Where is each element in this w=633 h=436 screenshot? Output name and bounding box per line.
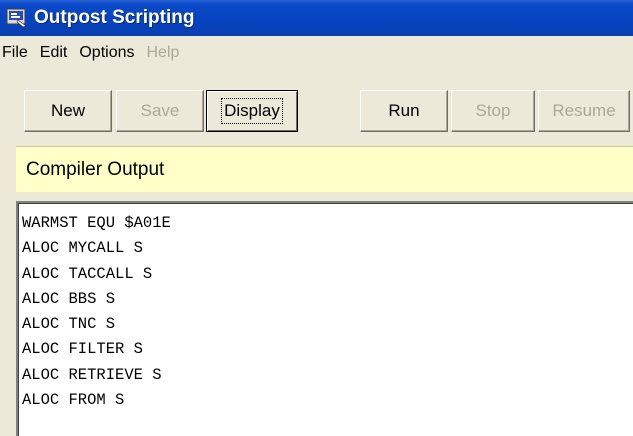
toolbar: New Save Display Run Stop Resume bbox=[0, 90, 633, 134]
stop-button-label: Stop bbox=[475, 101, 511, 120]
menu-help[interactable]: Help bbox=[141, 44, 186, 62]
menu-file[interactable]: File bbox=[0, 44, 34, 62]
output-line: ALOC FROM S bbox=[22, 391, 125, 410]
output-line: ALOC TACCALL S bbox=[22, 264, 153, 283]
display-button[interactable]: Display bbox=[206, 90, 298, 132]
menu-options[interactable]: Options bbox=[73, 44, 140, 62]
save-button[interactable]: Save bbox=[116, 90, 204, 132]
menu-bar: File Edit Options Help bbox=[0, 36, 633, 69]
run-button[interactable]: Run bbox=[360, 90, 448, 132]
menu-edit[interactable]: Edit bbox=[34, 44, 74, 62]
save-button-label: Save bbox=[140, 101, 180, 120]
output-line: ALOC TNC S bbox=[22, 315, 116, 334]
resume-button-label: Resume bbox=[552, 101, 616, 120]
new-button[interactable]: New bbox=[24, 90, 112, 132]
display-button-label: Display bbox=[221, 98, 283, 124]
app-icon[interactable] bbox=[6, 7, 28, 29]
resume-button[interactable]: Resume bbox=[538, 90, 630, 132]
new-button-label: New bbox=[50, 101, 85, 120]
output-line: ALOC FILTER S bbox=[22, 340, 143, 359]
output-line: ALOC MYCALL S bbox=[22, 239, 143, 258]
output-line: WARMST EQU $A01E bbox=[22, 214, 171, 232]
title-bar[interactable]: Outpost Scripting bbox=[0, 0, 633, 36]
run-button-label: Run bbox=[388, 101, 420, 120]
stop-button[interactable]: Stop bbox=[451, 90, 535, 132]
panel-title: Compiler Output bbox=[26, 158, 165, 180]
output-line: ALOC RETRIEVE S bbox=[22, 365, 162, 384]
compiler-output-text[interactable]: WARMST EQU $A01E ALOC MYCALL S ALOC TACC… bbox=[16, 201, 633, 436]
app-window: Outpost Scripting File Edit Options Help… bbox=[0, 0, 633, 436]
window-title: Outpost Scripting bbox=[34, 7, 195, 28]
output-line: ALOC BBS S bbox=[22, 289, 116, 308]
compiler-output-header: Compiler Output bbox=[16, 146, 633, 192]
